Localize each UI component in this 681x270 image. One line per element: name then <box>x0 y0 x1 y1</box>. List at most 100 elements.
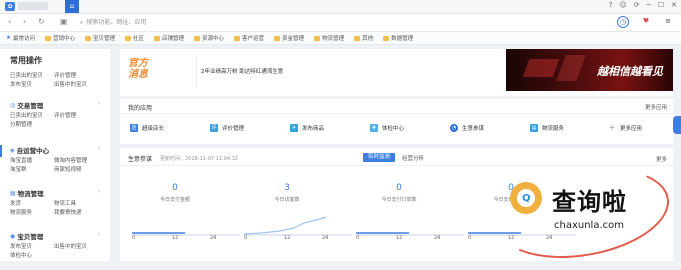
app-label: 更多应用 <box>620 126 643 132</box>
watermark: Q 查询啦 chaxunla.com <box>489 155 681 270</box>
bookmark-folder[interactable]: 资金管理 <box>274 34 304 42</box>
help-icon[interactable]: ? <box>609 1 613 9</box>
app-item[interactable]: ◔ 生意参谋 <box>450 124 484 132</box>
bookmarks-bar: ★ 最常访问 营销中心 宝贝管理 社区 店铺管理 资源中心 客户运营 资金管理 物… <box>0 32 681 45</box>
tabs-icon[interactable]: ▣ <box>60 17 68 26</box>
axis-tick: 24 <box>434 235 441 241</box>
axis-tick: 0 <box>356 235 360 241</box>
sidebar-link[interactable]: 商家短视频 <box>54 165 82 173</box>
bookmark-folder[interactable]: 店铺管理 <box>154 34 184 42</box>
logistics-icon: ▤ <box>10 189 16 197</box>
bookmark-frequent[interactable]: ★ 最常访问 <box>6 34 35 42</box>
address-bar[interactable]: ⌕ 搜索功能、网址、应用 <box>80 17 570 28</box>
folder-icon <box>383 35 390 41</box>
plus-icon: + <box>608 123 616 132</box>
sidebar-link[interactable]: 淘宝直播 <box>10 156 32 164</box>
bookmark-folder[interactable]: 资源中心 <box>194 34 224 42</box>
app-item[interactable]: ▤ 物流服务 <box>530 124 564 132</box>
side-float-button[interactable] <box>673 116 681 134</box>
app-item[interactable]: ✚ 体检中心 <box>370 124 404 132</box>
app-item[interactable]: 店超级店长 <box>130 124 164 132</box>
announcement-banner: 官方消息 2年业绩高万粉 助达特红通湾生意 越相信越看见 <box>120 49 673 96</box>
app-logo: ✿ <box>5 2 15 11</box>
minimize-icon[interactable]: ─ <box>647 1 651 9</box>
sidebar-link[interactable]: 发货 <box>10 199 21 207</box>
navigation-bar: ‹ › ↻ ▣ ⌕ 搜索功能、网址、应用 ◷ ♥ ≡ <box>0 14 681 32</box>
bookmark-folder[interactable]: 营销中心 <box>44 34 75 42</box>
promo-banner[interactable]: 越相信越看见 <box>506 49 673 91</box>
promo-graphic <box>556 55 586 81</box>
sidebar-link[interactable]: 物流服务 <box>10 208 32 216</box>
sidebar: 常用操作 已卖出的宝贝 评价管理 发布宝贝 出售中的宝贝 ◎ 交易管理 › 已卖出… <box>0 49 110 261</box>
address-placeholder: 搜索功能、网址、应用 <box>86 19 147 26</box>
close-icon[interactable]: ✕ <box>671 1 677 9</box>
back-icon[interactable]: ‹ <box>8 17 11 26</box>
bookmark-folder[interactable]: 其他 <box>354 34 373 42</box>
axis-tick: 24 <box>210 235 217 241</box>
logistics-icon: ▤ <box>530 124 538 132</box>
metric-value: 0 <box>172 183 178 193</box>
chevron-right-icon[interactable]: › <box>98 231 100 238</box>
app-item[interactable]: 评评价管理 <box>210 124 244 132</box>
app-name <box>18 2 48 10</box>
bookmark-folder[interactable]: 社区 <box>124 34 144 42</box>
my-apps-panel: 我的应用 更多应用 店超级店长 评评价管理 ✈ 发布商品 ✚ 体检中心 ◔ 生意参谋 … <box>120 99 673 144</box>
maximize-icon[interactable]: ☐ <box>658 1 664 9</box>
sidebar-link[interactable]: 发布宝贝 <box>10 80 32 88</box>
tab-analysis[interactable]: 经营分析 <box>402 154 424 162</box>
sidebar-section-logistics[interactable]: ▤ 物流管理 <box>10 188 44 199</box>
axis-tick: 0 <box>468 235 472 241</box>
reload-icon[interactable]: ↻ <box>38 17 45 26</box>
sidebar-link[interactable]: 微淘内容管理 <box>54 156 87 164</box>
sidebar-section-operation[interactable]: ◈ 自运营中心 <box>10 145 49 156</box>
bookmark-folder[interactable]: 客户运营 <box>234 34 264 42</box>
goods-icon: ◉ <box>10 232 16 240</box>
axis-tick: 24 <box>322 235 329 241</box>
chevron-right-icon[interactable]: › <box>98 188 100 195</box>
sidebar-link[interactable]: 出售中的宝贝 <box>54 242 87 250</box>
forward-icon[interactable]: › <box>23 17 26 26</box>
my-apps-title: 我的应用 <box>128 105 153 112</box>
bookmark-folder[interactable]: 数据管理 <box>383 34 413 42</box>
menu-icon[interactable]: ≡ <box>663 16 673 26</box>
bookmark-folder[interactable]: 宝贝管理 <box>84 34 115 42</box>
sidebar-link[interactable]: 分期管理 <box>10 120 32 128</box>
sidebar-section-goods[interactable]: ◉ 宝贝管理 <box>10 231 43 242</box>
sparkline-orders <box>356 232 464 236</box>
chevron-right-icon[interactable]: › <box>98 100 100 107</box>
sidebar-link[interactable]: 出售中的宝贝 <box>54 80 87 88</box>
sidebar-title: 常用操作 <box>10 56 42 65</box>
sidebar-link[interactable]: 已卖出的宝贝 <box>10 71 43 79</box>
sidebar-link[interactable]: 我要寄快递 <box>54 208 82 216</box>
clock-icon[interactable]: ◷ <box>617 16 629 28</box>
announcement-text[interactable]: 2年业绩高万粉 助达特红通湾生意 <box>201 67 283 75</box>
sidebar-link[interactable]: 淘宝群 <box>10 165 27 173</box>
heart-icon[interactable]: ♥ <box>641 16 651 26</box>
sidebar-link[interactable]: 已卖出的宝贝 <box>10 111 43 119</box>
tab-realtime[interactable]: 实时监测 <box>363 153 395 162</box>
folder-icon <box>124 35 131 41</box>
app-item[interactable]: + 更多应用 <box>608 123 643 133</box>
more-apps-link[interactable]: 更多应用 <box>645 103 667 111</box>
feedback-icon[interactable]: ☺ <box>619 1 626 9</box>
app-item[interactable]: ✈ 发布商品 <box>290 124 324 132</box>
sidebar-link[interactable]: 发布宝贝 <box>10 242 32 250</box>
watermark-logo-letter: Q <box>522 193 531 204</box>
refresh-icon[interactable]: ⟳ <box>634 1 640 9</box>
folder-icon <box>84 35 91 41</box>
home-tab[interactable]: ⌂ <box>65 0 79 13</box>
chevron-right-icon[interactable]: › <box>98 145 100 152</box>
sidebar-section-trade[interactable]: ◎ 交易管理 <box>10 100 43 111</box>
sidebar-link[interactable]: 评价管理 <box>54 111 76 119</box>
sparkline-payment <box>132 232 240 236</box>
bookmark-folder[interactable]: 物流管理 <box>314 34 344 42</box>
sidebar-link[interactable]: 物流工具 <box>54 199 76 207</box>
sidebar-link[interactable]: 体检中心 <box>10 251 32 259</box>
shop-icon: 店 <box>130 124 138 132</box>
axis-tick: 0 <box>132 235 136 241</box>
folder-icon <box>154 35 160 41</box>
title-bar: ✿ ⌂ ? ☺ ⟳ ─ ☐ ✕ <box>0 0 681 14</box>
sidebar-link[interactable]: 评价管理 <box>54 71 76 79</box>
bookmark-label: 数据管理 <box>391 36 414 42</box>
bookmark-label: 资金管理 <box>282 36 305 42</box>
